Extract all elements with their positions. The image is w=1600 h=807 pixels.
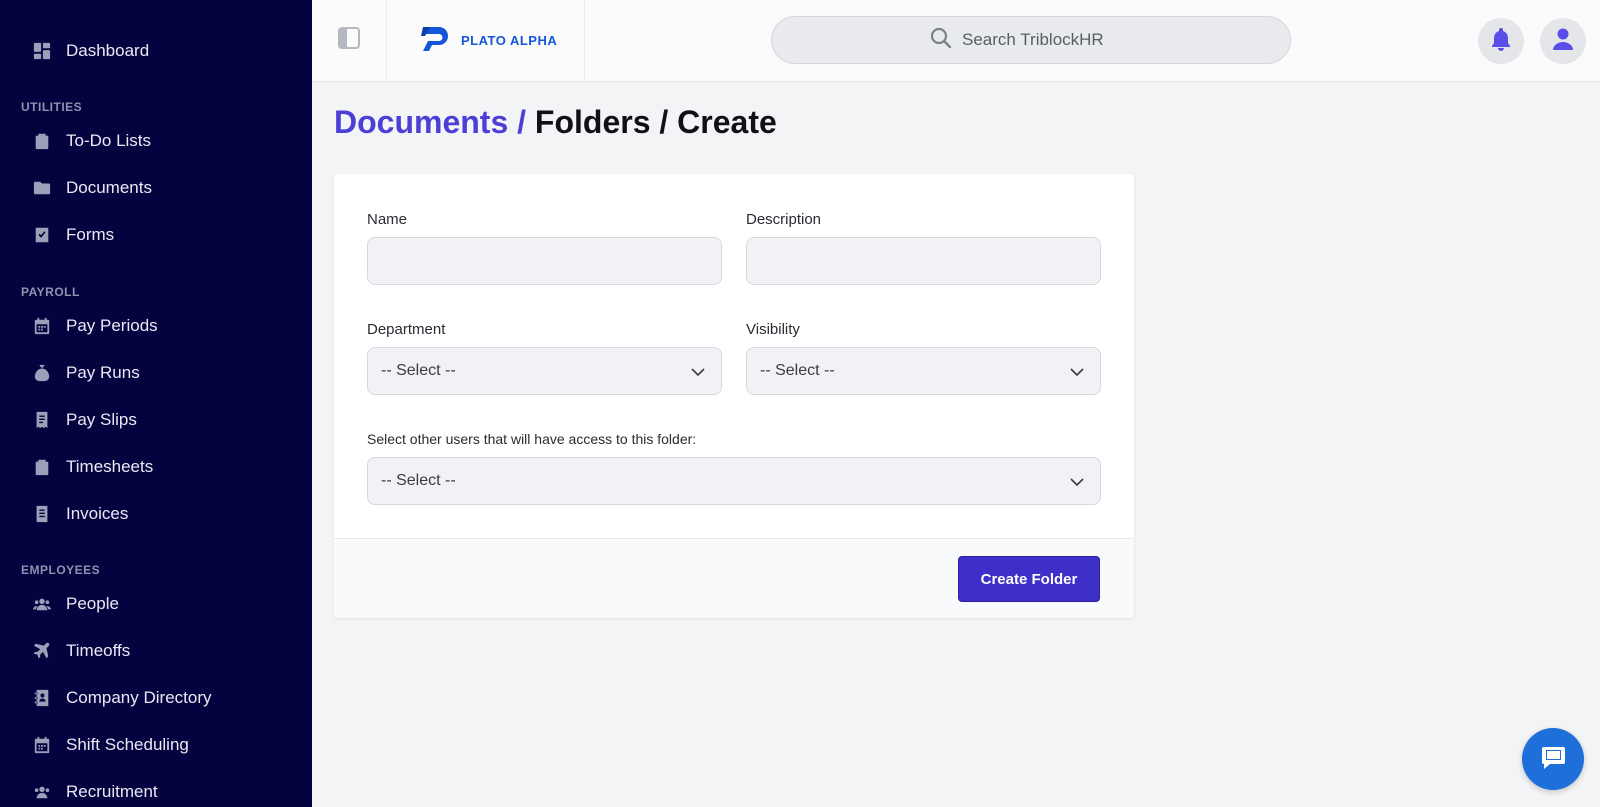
calendar-icon bbox=[32, 316, 52, 336]
sidebar-item-label: Company Directory bbox=[66, 688, 212, 707]
sidebar-item-label: Forms bbox=[66, 225, 115, 244]
sidebar-item-label: Pay Runs bbox=[66, 363, 140, 382]
visibility-select[interactable]: -- Select -- bbox=[746, 347, 1101, 395]
sidebar-item-company-directory[interactable]: Company Directory bbox=[0, 678, 312, 718]
sidebar-item-timeoffs[interactable]: Timeoffs bbox=[0, 631, 312, 671]
sidebar-item-label: Shift Scheduling bbox=[66, 735, 189, 754]
logo[interactable]: PLATO ALPHA bbox=[387, 0, 585, 81]
form-check-icon bbox=[32, 225, 52, 245]
search-input[interactable] bbox=[962, 30, 1132, 50]
sidebar-item-pay-periods[interactable]: Pay Periods bbox=[0, 306, 312, 346]
money-bag-icon bbox=[32, 363, 52, 383]
clipboard-icon bbox=[32, 457, 52, 477]
sidebar-item-pay-runs[interactable]: Pay Runs bbox=[0, 353, 312, 393]
chat-bubble-icon bbox=[1537, 741, 1569, 778]
create-folder-form: Name Description Department -- Select --… bbox=[334, 174, 1134, 618]
breadcrumb-separator: / bbox=[508, 104, 535, 140]
section-employees: EMPLOYEES bbox=[21, 563, 101, 577]
sidebar-item-forms[interactable]: Forms bbox=[0, 215, 312, 255]
description-label: Description bbox=[746, 211, 822, 228]
logo-mark-icon bbox=[419, 21, 453, 60]
sidebar-item-label: Recruitment bbox=[66, 782, 158, 801]
department-select-value: -- Select -- bbox=[381, 362, 456, 379]
calendar-icon bbox=[32, 735, 52, 755]
people-icon bbox=[32, 594, 52, 614]
name-input[interactable] bbox=[367, 237, 722, 285]
topbar: PLATO ALPHA bbox=[312, 0, 1600, 82]
sidebar-item-documents[interactable]: Documents bbox=[0, 168, 312, 208]
invoice-icon bbox=[32, 504, 52, 524]
people-icon bbox=[32, 782, 52, 802]
search-icon bbox=[930, 27, 952, 54]
section-utilities: UTILITIES bbox=[21, 100, 83, 114]
sidebar-item-label: Invoices bbox=[66, 504, 129, 523]
sidebar-item-timesheets[interactable]: Timesheets bbox=[0, 447, 312, 487]
form-footer: Create Folder bbox=[334, 538, 1134, 618]
plane-icon bbox=[32, 641, 52, 661]
sidebar-item-pay-slips[interactable]: Pay Slips bbox=[0, 400, 312, 440]
department-label: Department bbox=[367, 321, 446, 338]
breadcrumb-current: Folders / Create bbox=[534, 104, 777, 140]
sidebar-item-label: Timeoffs bbox=[66, 641, 131, 660]
description-input[interactable] bbox=[746, 237, 1101, 285]
notifications-button[interactable] bbox=[1478, 18, 1524, 64]
visibility-label: Visibility bbox=[746, 321, 800, 338]
user-menu-button[interactable] bbox=[1540, 18, 1586, 64]
create-folder-button[interactable]: Create Folder bbox=[958, 556, 1100, 602]
breadcrumb: Documents / Folders / Create bbox=[334, 104, 777, 141]
department-select[interactable]: -- Select -- bbox=[367, 347, 722, 395]
name-label: Name bbox=[367, 211, 408, 228]
users-access-select[interactable]: -- Select -- bbox=[367, 457, 1101, 505]
chat-widget-button[interactable] bbox=[1522, 728, 1584, 790]
chevron-down-icon bbox=[1070, 478, 1084, 487]
sidebar-item-invoices[interactable]: Invoices bbox=[0, 494, 312, 534]
sidebar-toggle-icon bbox=[337, 26, 361, 55]
sidebar-item-label: People bbox=[66, 594, 119, 613]
sidebar-item-shift-scheduling[interactable]: Shift Scheduling bbox=[0, 725, 312, 765]
visibility-select-value: -- Select -- bbox=[760, 362, 835, 379]
sidebar-item-people[interactable]: People bbox=[0, 584, 312, 624]
sidebar-item-dashboard[interactable]: Dashboard bbox=[0, 31, 312, 71]
sidebar: Dashboard UTILITIES To-Do Lists Document… bbox=[0, 0, 312, 807]
section-payroll: PAYROLL bbox=[21, 285, 80, 299]
dashboard-icon bbox=[32, 41, 52, 61]
contact-book-icon bbox=[32, 688, 52, 708]
sidebar-item-label: Timesheets bbox=[66, 457, 154, 476]
sidebar-item-label: Dashboard bbox=[66, 41, 150, 60]
breadcrumb-link-documents[interactable]: Documents bbox=[334, 104, 508, 140]
search-bar[interactable] bbox=[771, 16, 1291, 64]
users-access-select-value: -- Select -- bbox=[381, 472, 456, 489]
sidebar-item-todo-lists[interactable]: To-Do Lists bbox=[0, 121, 312, 161]
sidebar-item-label: Pay Periods bbox=[66, 316, 158, 335]
sidebar-item-recruitment[interactable]: Recruitment bbox=[0, 772, 312, 807]
users-access-label: Select other users that will have access… bbox=[367, 431, 697, 447]
bell-icon bbox=[1490, 27, 1512, 56]
chevron-down-icon bbox=[1070, 368, 1084, 377]
chevron-down-icon bbox=[691, 368, 705, 377]
receipt-icon bbox=[32, 410, 52, 430]
sidebar-item-label: To-Do Lists bbox=[66, 131, 152, 150]
user-icon bbox=[1552, 27, 1574, 56]
folder-icon bbox=[32, 178, 52, 198]
sidebar-item-label: Documents bbox=[66, 178, 152, 197]
clipboard-icon bbox=[32, 131, 52, 151]
sidebar-toggle-button[interactable] bbox=[312, 0, 387, 81]
logo-text: PLATO ALPHA bbox=[461, 33, 558, 48]
sidebar-item-label: Pay Slips bbox=[66, 410, 137, 429]
